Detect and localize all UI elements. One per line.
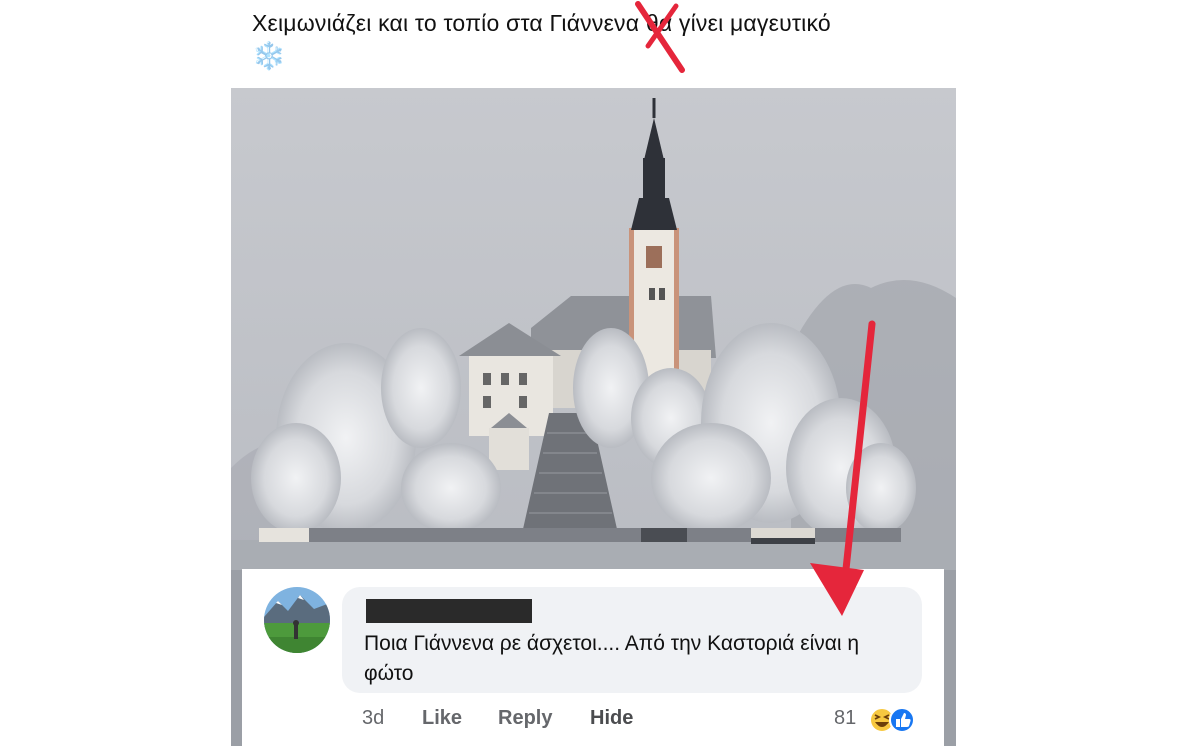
- hide-button[interactable]: Hide: [590, 707, 633, 730]
- post-caption: Χειμωνιάζει και το τοπίο στα Γιάννενα θα…: [252, 10, 831, 36]
- comment-timestamp[interactable]: 3d: [362, 707, 384, 730]
- avatar-image: [264, 587, 330, 653]
- red-arrow-annotation: [810, 320, 876, 616]
- like-button[interactable]: Like: [422, 707, 462, 730]
- red-x-annotation: [635, 1, 685, 73]
- reply-button[interactable]: Reply: [498, 707, 552, 730]
- like-emoji-icon: [889, 707, 915, 733]
- comment-actions: 3d Like Reply Hide 81: [242, 707, 944, 737]
- reactions[interactable]: [868, 705, 928, 735]
- avatar[interactable]: [264, 587, 330, 653]
- reaction-count[interactable]: 81: [834, 707, 856, 730]
- author-name-redacted: [366, 599, 532, 623]
- snowflake-emoji: ❄️: [252, 41, 286, 71]
- comment-text: Ποια Γιάννενα ρε άσχετοι.... Από την Κασ…: [364, 632, 860, 685]
